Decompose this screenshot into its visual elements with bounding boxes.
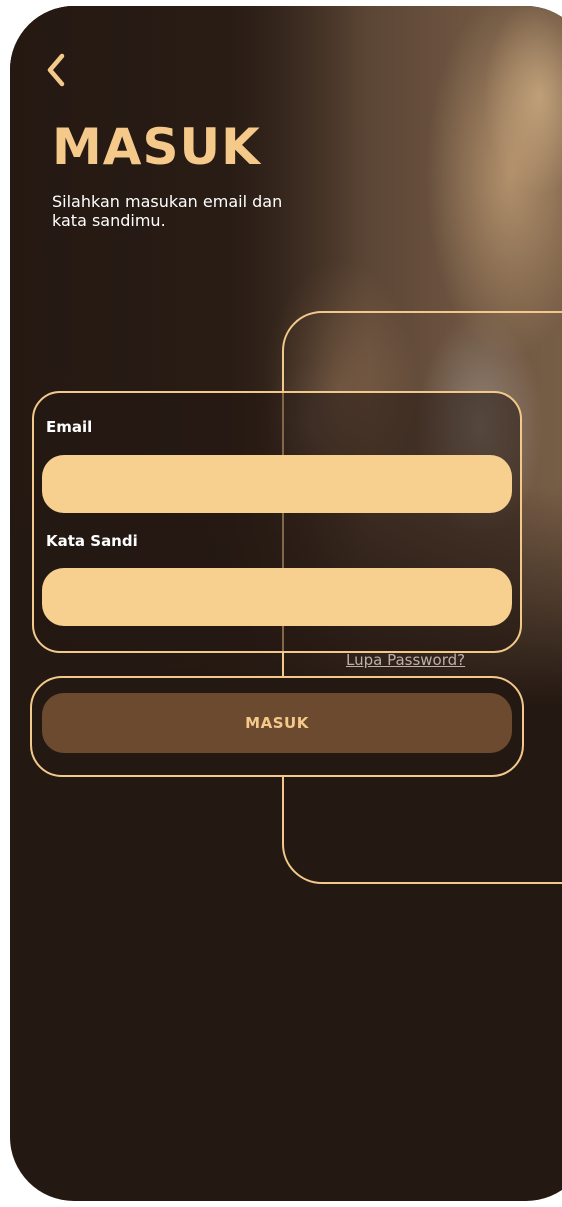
forgot-password-link[interactable]: Lupa Password? — [346, 651, 465, 669]
email-field[interactable] — [42, 455, 512, 513]
password-field[interactable] — [42, 568, 512, 626]
back-button[interactable] — [42, 50, 70, 90]
password-label: Kata Sandi — [46, 532, 138, 550]
page-title: MASUK — [52, 118, 261, 176]
email-label: Email — [46, 418, 93, 436]
login-button[interactable]: MASUK — [42, 693, 512, 753]
page-subtitle: Silahkan masukan email dan kata sandimu. — [52, 192, 283, 230]
chevron-left-icon — [47, 53, 65, 87]
